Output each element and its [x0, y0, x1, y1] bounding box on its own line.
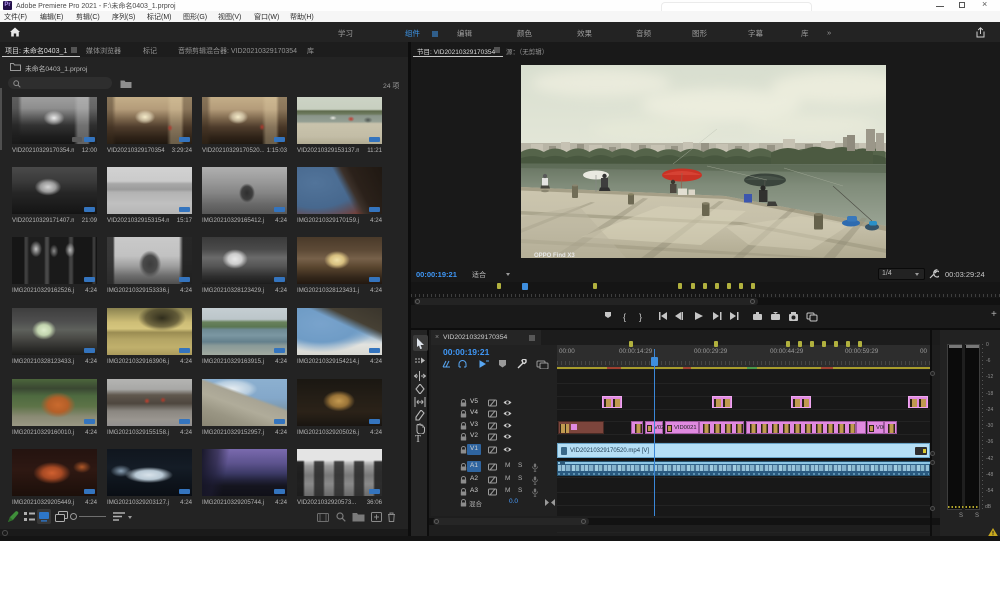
svg-text:}: }: [639, 312, 642, 322]
svg-text:OPPO Find X3: OPPO Find X3: [534, 253, 575, 258]
svg-text:{: {: [623, 312, 626, 322]
